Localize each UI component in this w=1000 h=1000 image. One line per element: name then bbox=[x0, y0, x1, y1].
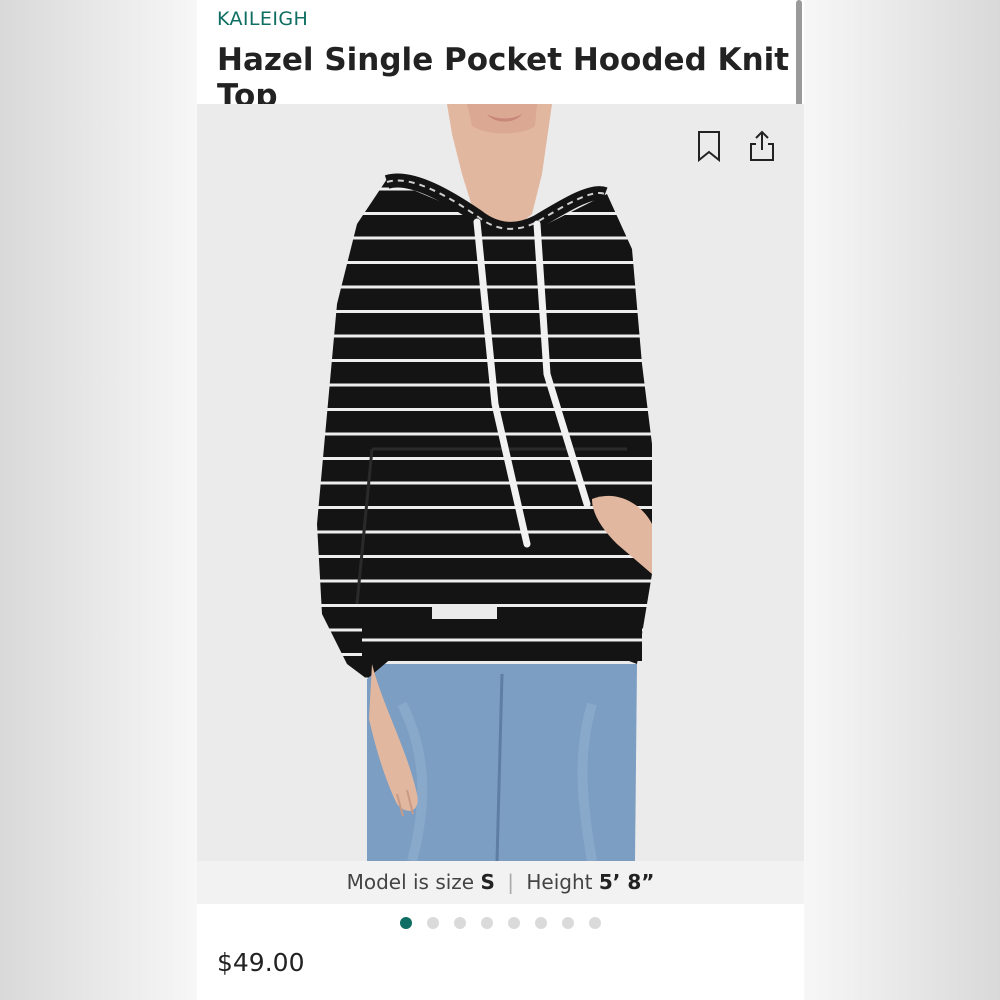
height-label: Height bbox=[526, 870, 593, 894]
carousel-dot[interactable] bbox=[481, 917, 493, 929]
bookmark-icon[interactable] bbox=[695, 130, 723, 163]
brand-name[interactable]: KAILEIGH bbox=[217, 8, 308, 30]
product-screen: KAILEIGH Hazel Single Pocket Hooded Knit… bbox=[197, 0, 804, 1000]
carousel-dot[interactable] bbox=[562, 917, 574, 929]
right-backdrop bbox=[804, 0, 1000, 1000]
carousel-dot[interactable] bbox=[535, 917, 547, 929]
left-backdrop bbox=[0, 0, 197, 1000]
carousel-dot[interactable] bbox=[589, 917, 601, 929]
caption-separator: | bbox=[507, 870, 514, 894]
carousel-dots bbox=[197, 917, 804, 931]
size-label: Model is size bbox=[346, 870, 475, 894]
carousel-dot[interactable] bbox=[454, 917, 466, 929]
product-price: $49.00 bbox=[217, 948, 305, 977]
carousel-dot[interactable] bbox=[400, 917, 412, 929]
carousel-dot[interactable] bbox=[508, 917, 520, 929]
product-image[interactable] bbox=[197, 104, 804, 861]
share-icon[interactable] bbox=[748, 130, 776, 162]
model-size-caption: Model is size S | Height 5’ 8” bbox=[197, 861, 804, 904]
height-value: 5’ 8” bbox=[598, 870, 655, 894]
size-value: S bbox=[480, 870, 495, 894]
model-photo bbox=[317, 104, 652, 861]
carousel-dot[interactable] bbox=[427, 917, 439, 929]
